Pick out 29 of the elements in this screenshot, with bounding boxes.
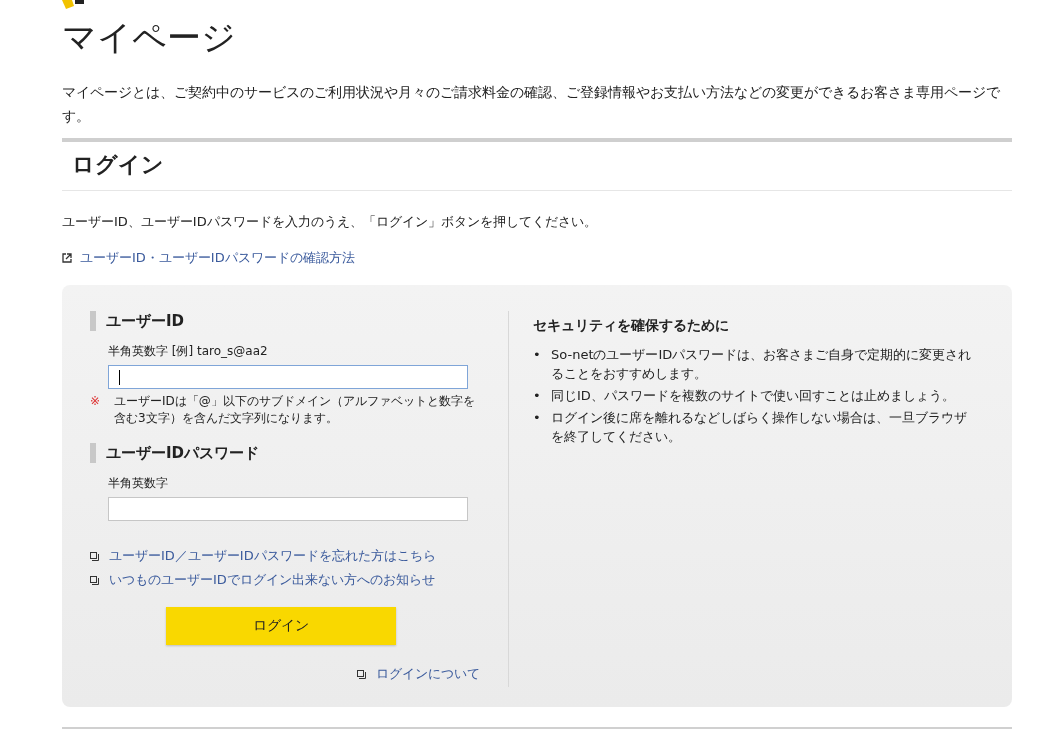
security-tip: 同じID、パスワードを複数のサイトで使い回すことは止めましょう。 bbox=[551, 387, 955, 405]
instruction-text: ユーザーID、ユーザーIDパスワードを入力のうえ、「ログイン」ボタンを押してください。 bbox=[62, 213, 598, 231]
bullet: • bbox=[533, 409, 542, 427]
note-mark: ※ bbox=[90, 393, 101, 410]
bullet: • bbox=[533, 387, 542, 405]
security-tip: ログイン後に席を離れるなどしばらく操作しない場合は、一旦ブラウザを終了してください。 bbox=[551, 409, 968, 446]
field-note: ユーザーIDは「@」以下のサブドメイン（アルファベットと数字を含む3文字）を含んだ文字列になります。 bbox=[114, 393, 476, 427]
page-description: マイページとは、ご契約中のサービスのご利用状況や月々のご請求料金の確認、ご登録情報やお支払い方法などの変更ができるお客さま専用ページです。 bbox=[62, 83, 1001, 126]
help-link[interactable]: ユーザーID・ユーザーIDパスワードの確認方法 bbox=[80, 249, 355, 267]
field-hint: 半角英数字 [例] taro_s@aa2 bbox=[108, 343, 269, 359]
page-title: マイページ bbox=[62, 16, 237, 58]
security-tip: So-netのユーザーIDパスワードは、お客さまご自身で定期的に変更されることをおすすめします。 bbox=[551, 346, 973, 383]
field-label: ユーザーID bbox=[90, 311, 480, 331]
external-link-icon bbox=[62, 253, 72, 263]
window-icon bbox=[90, 551, 99, 561]
bullet: • bbox=[533, 346, 542, 364]
section-heading: ログイン bbox=[72, 151, 165, 179]
security-heading: セキュリティを確保するために bbox=[533, 316, 730, 335]
login-button[interactable]: ログイン bbox=[166, 607, 396, 645]
field-label: ユーザーIDパスワード bbox=[90, 443, 480, 463]
about-link[interactable]: ログインについて bbox=[376, 665, 480, 683]
window-icon bbox=[357, 669, 366, 679]
field-hint: 半角英数字 bbox=[108, 475, 169, 491]
input-field[interactable] bbox=[108, 497, 468, 521]
info-link[interactable]: ユーザーID／ユーザーIDパスワードを忘れた方はこちら bbox=[109, 547, 436, 565]
window-icon bbox=[90, 575, 99, 585]
logo-icon bbox=[62, 0, 84, 10]
info-link[interactable]: いつものユーザーIDでログイン出来ない方へのお知らせ bbox=[109, 571, 435, 589]
input-field[interactable] bbox=[108, 365, 468, 389]
